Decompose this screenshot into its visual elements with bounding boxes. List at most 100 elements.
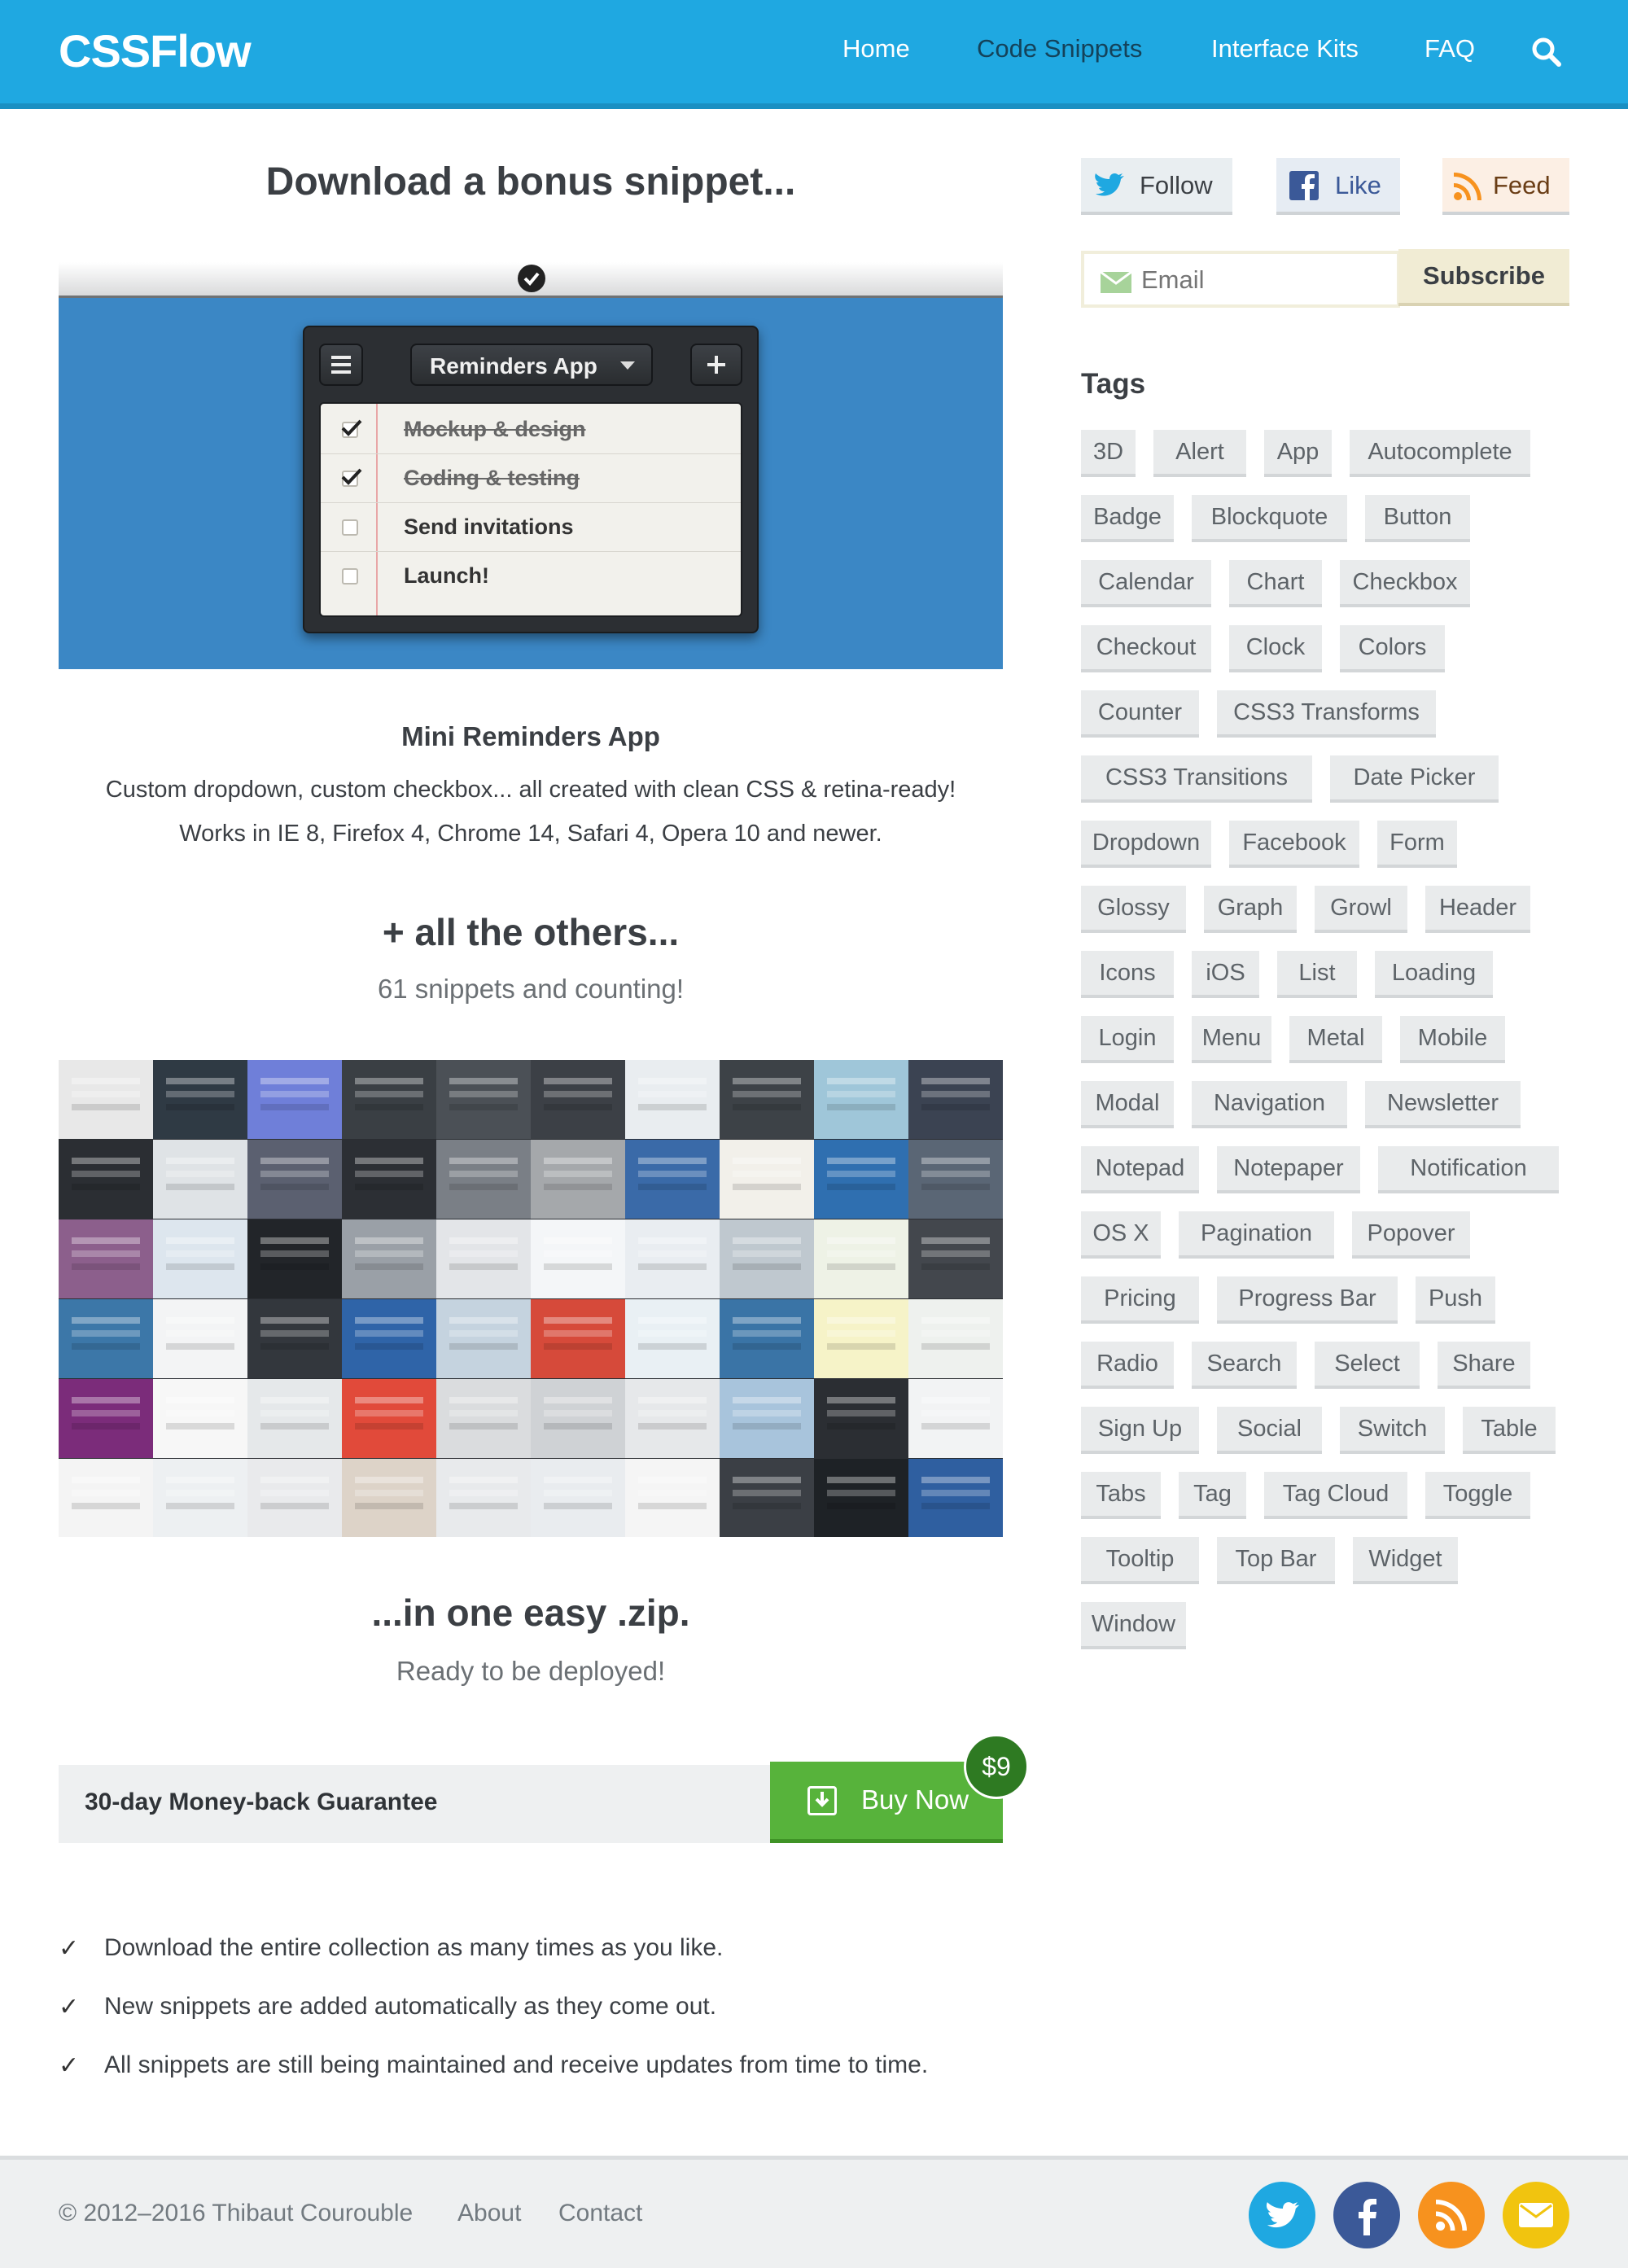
tag-date-picker[interactable]: Date Picker [1330, 755, 1499, 803]
email-input[interactable] [1141, 264, 1385, 296]
tag-ios[interactable]: iOS [1192, 951, 1259, 998]
tags-heading: Tags [1081, 368, 1146, 400]
nav-faq[interactable]: FAQ [1424, 34, 1475, 63]
tag-search[interactable]: Search [1192, 1342, 1297, 1389]
tag-toggle[interactable]: Toggle [1425, 1472, 1530, 1519]
list-item[interactable]: Coding & testing [321, 454, 741, 503]
like-label: Like [1335, 171, 1381, 199]
nav-interface-kits[interactable]: Interface Kits [1211, 34, 1359, 63]
tag-progress-bar[interactable]: Progress Bar [1217, 1276, 1398, 1324]
tag-window[interactable]: Window [1081, 1602, 1186, 1649]
app-dropdown[interactable]: Reminders App [410, 344, 653, 386]
tag-checkbox[interactable]: Checkbox [1340, 560, 1470, 607]
tag-colors[interactable]: Colors [1340, 625, 1445, 672]
tag-checkout[interactable]: Checkout [1081, 625, 1211, 672]
tag-notification[interactable]: Notification [1378, 1146, 1559, 1193]
tag-tag[interactable]: Tag [1179, 1472, 1246, 1519]
tag-icons[interactable]: Icons [1081, 951, 1174, 998]
tag-mobile[interactable]: Mobile [1400, 1016, 1505, 1063]
list-item[interactable]: Send invitations [321, 503, 741, 552]
tag-loading[interactable]: Loading [1375, 951, 1493, 998]
facebook-like-button[interactable]: Like [1276, 158, 1400, 215]
snippet-thumbnail [908, 1379, 1003, 1458]
tag-growl[interactable]: Growl [1315, 886, 1407, 933]
tag-login[interactable]: Login [1081, 1016, 1174, 1063]
tag-clock[interactable]: Clock [1229, 625, 1322, 672]
subscribe-button[interactable]: Subscribe [1398, 249, 1569, 306]
tag-tag-cloud[interactable]: Tag Cloud [1264, 1472, 1407, 1519]
tag-autocomplete[interactable]: Autocomplete [1350, 430, 1530, 477]
tag-chart[interactable]: Chart [1229, 560, 1322, 607]
tag-tooltip[interactable]: Tooltip [1081, 1537, 1199, 1584]
tag-css3-transforms[interactable]: CSS3 Transforms [1217, 690, 1436, 738]
tag-os-x[interactable]: OS X [1081, 1211, 1161, 1259]
tag-blockquote[interactable]: Blockquote [1192, 495, 1347, 542]
tag-tabs[interactable]: Tabs [1081, 1472, 1161, 1519]
tag-facebook[interactable]: Facebook [1229, 821, 1359, 868]
tag-dropdown[interactable]: Dropdown [1081, 821, 1211, 868]
tag-widget[interactable]: Widget [1353, 1537, 1458, 1584]
tag-button[interactable]: Button [1365, 495, 1470, 542]
tag-top-bar[interactable]: Top Bar [1217, 1537, 1335, 1584]
snippet-thumbnail [625, 1379, 720, 1458]
site-logo[interactable]: CSSFlow [59, 24, 252, 77]
checkbox[interactable] [342, 519, 358, 536]
reminders-app: Reminders App Mockup & design Coding & t… [303, 326, 759, 633]
check-icon: ✓ [59, 2052, 80, 2079]
checkbox[interactable] [342, 568, 358, 585]
tag-3d[interactable]: 3D [1081, 430, 1136, 477]
tag-push[interactable]: Push [1416, 1276, 1495, 1324]
tag-list[interactable]: List [1277, 951, 1357, 998]
nav-home[interactable]: Home [842, 34, 910, 63]
tag-metal[interactable]: Metal [1289, 1016, 1382, 1063]
email-icon[interactable] [1503, 2182, 1569, 2248]
nav-code-snippets[interactable]: Code Snippets [977, 34, 1142, 63]
tag-modal[interactable]: Modal [1081, 1081, 1174, 1128]
tag-notepaper[interactable]: Notepaper [1217, 1146, 1360, 1193]
list-item-label: Send invitations [404, 514, 574, 539]
tag-pagination[interactable]: Pagination [1179, 1211, 1334, 1259]
snippet-thumbnail [342, 1219, 436, 1298]
snippet-thumbnail [59, 1140, 153, 1219]
footer-contact-link[interactable]: Contact [558, 2200, 642, 2227]
list-item[interactable]: Launch! [321, 552, 741, 601]
snippet-compatibility: Works in IE 8, Firefox 4, Chrome 14, Saf… [179, 821, 882, 847]
search-icon[interactable] [1530, 36, 1563, 68]
menu-button[interactable] [319, 344, 363, 386]
snippet-thumbnail [436, 1459, 531, 1537]
tag-css3-transitions[interactable]: CSS3 Transitions [1081, 755, 1312, 803]
tag-select[interactable]: Select [1315, 1342, 1420, 1389]
tag-switch[interactable]: Switch [1340, 1407, 1445, 1454]
list-item[interactable]: Mockup & design [321, 405, 741, 454]
snippet-thumbnail [342, 1060, 436, 1139]
tag-alert[interactable]: Alert [1153, 430, 1246, 477]
rss-icon[interactable] [1418, 2182, 1485, 2248]
tag-app[interactable]: App [1264, 430, 1332, 477]
twitter-follow-button[interactable]: Follow [1081, 158, 1232, 215]
snippet-thumbnail [625, 1219, 720, 1298]
tag-counter[interactable]: Counter [1081, 690, 1199, 738]
tag-share[interactable]: Share [1438, 1342, 1530, 1389]
tag-table[interactable]: Table [1463, 1407, 1556, 1454]
tag-form[interactable]: Form [1377, 821, 1457, 868]
snippet-thumbnail [625, 1140, 720, 1219]
tag-newsletter[interactable]: Newsletter [1365, 1081, 1521, 1128]
tag-menu[interactable]: Menu [1192, 1016, 1271, 1063]
tag-navigation[interactable]: Navigation [1192, 1081, 1347, 1128]
tag-social[interactable]: Social [1217, 1407, 1322, 1454]
tag-sign-up[interactable]: Sign Up [1081, 1407, 1199, 1454]
tag-radio[interactable]: Radio [1081, 1342, 1174, 1389]
tag-popover[interactable]: Popover [1352, 1211, 1470, 1259]
tag-pricing[interactable]: Pricing [1081, 1276, 1199, 1324]
add-button[interactable] [690, 344, 742, 386]
rss-feed-button[interactable]: Feed [1442, 158, 1569, 215]
tag-graph[interactable]: Graph [1204, 886, 1297, 933]
tag-header[interactable]: Header [1425, 886, 1530, 933]
tag-calendar[interactable]: Calendar [1081, 560, 1211, 607]
tag-badge[interactable]: Badge [1081, 495, 1174, 542]
tag-notepad[interactable]: Notepad [1081, 1146, 1199, 1193]
facebook-icon[interactable] [1333, 2182, 1400, 2248]
footer-about-link[interactable]: About [457, 2200, 521, 2227]
tag-glossy[interactable]: Glossy [1081, 886, 1186, 933]
twitter-icon[interactable] [1249, 2182, 1315, 2248]
